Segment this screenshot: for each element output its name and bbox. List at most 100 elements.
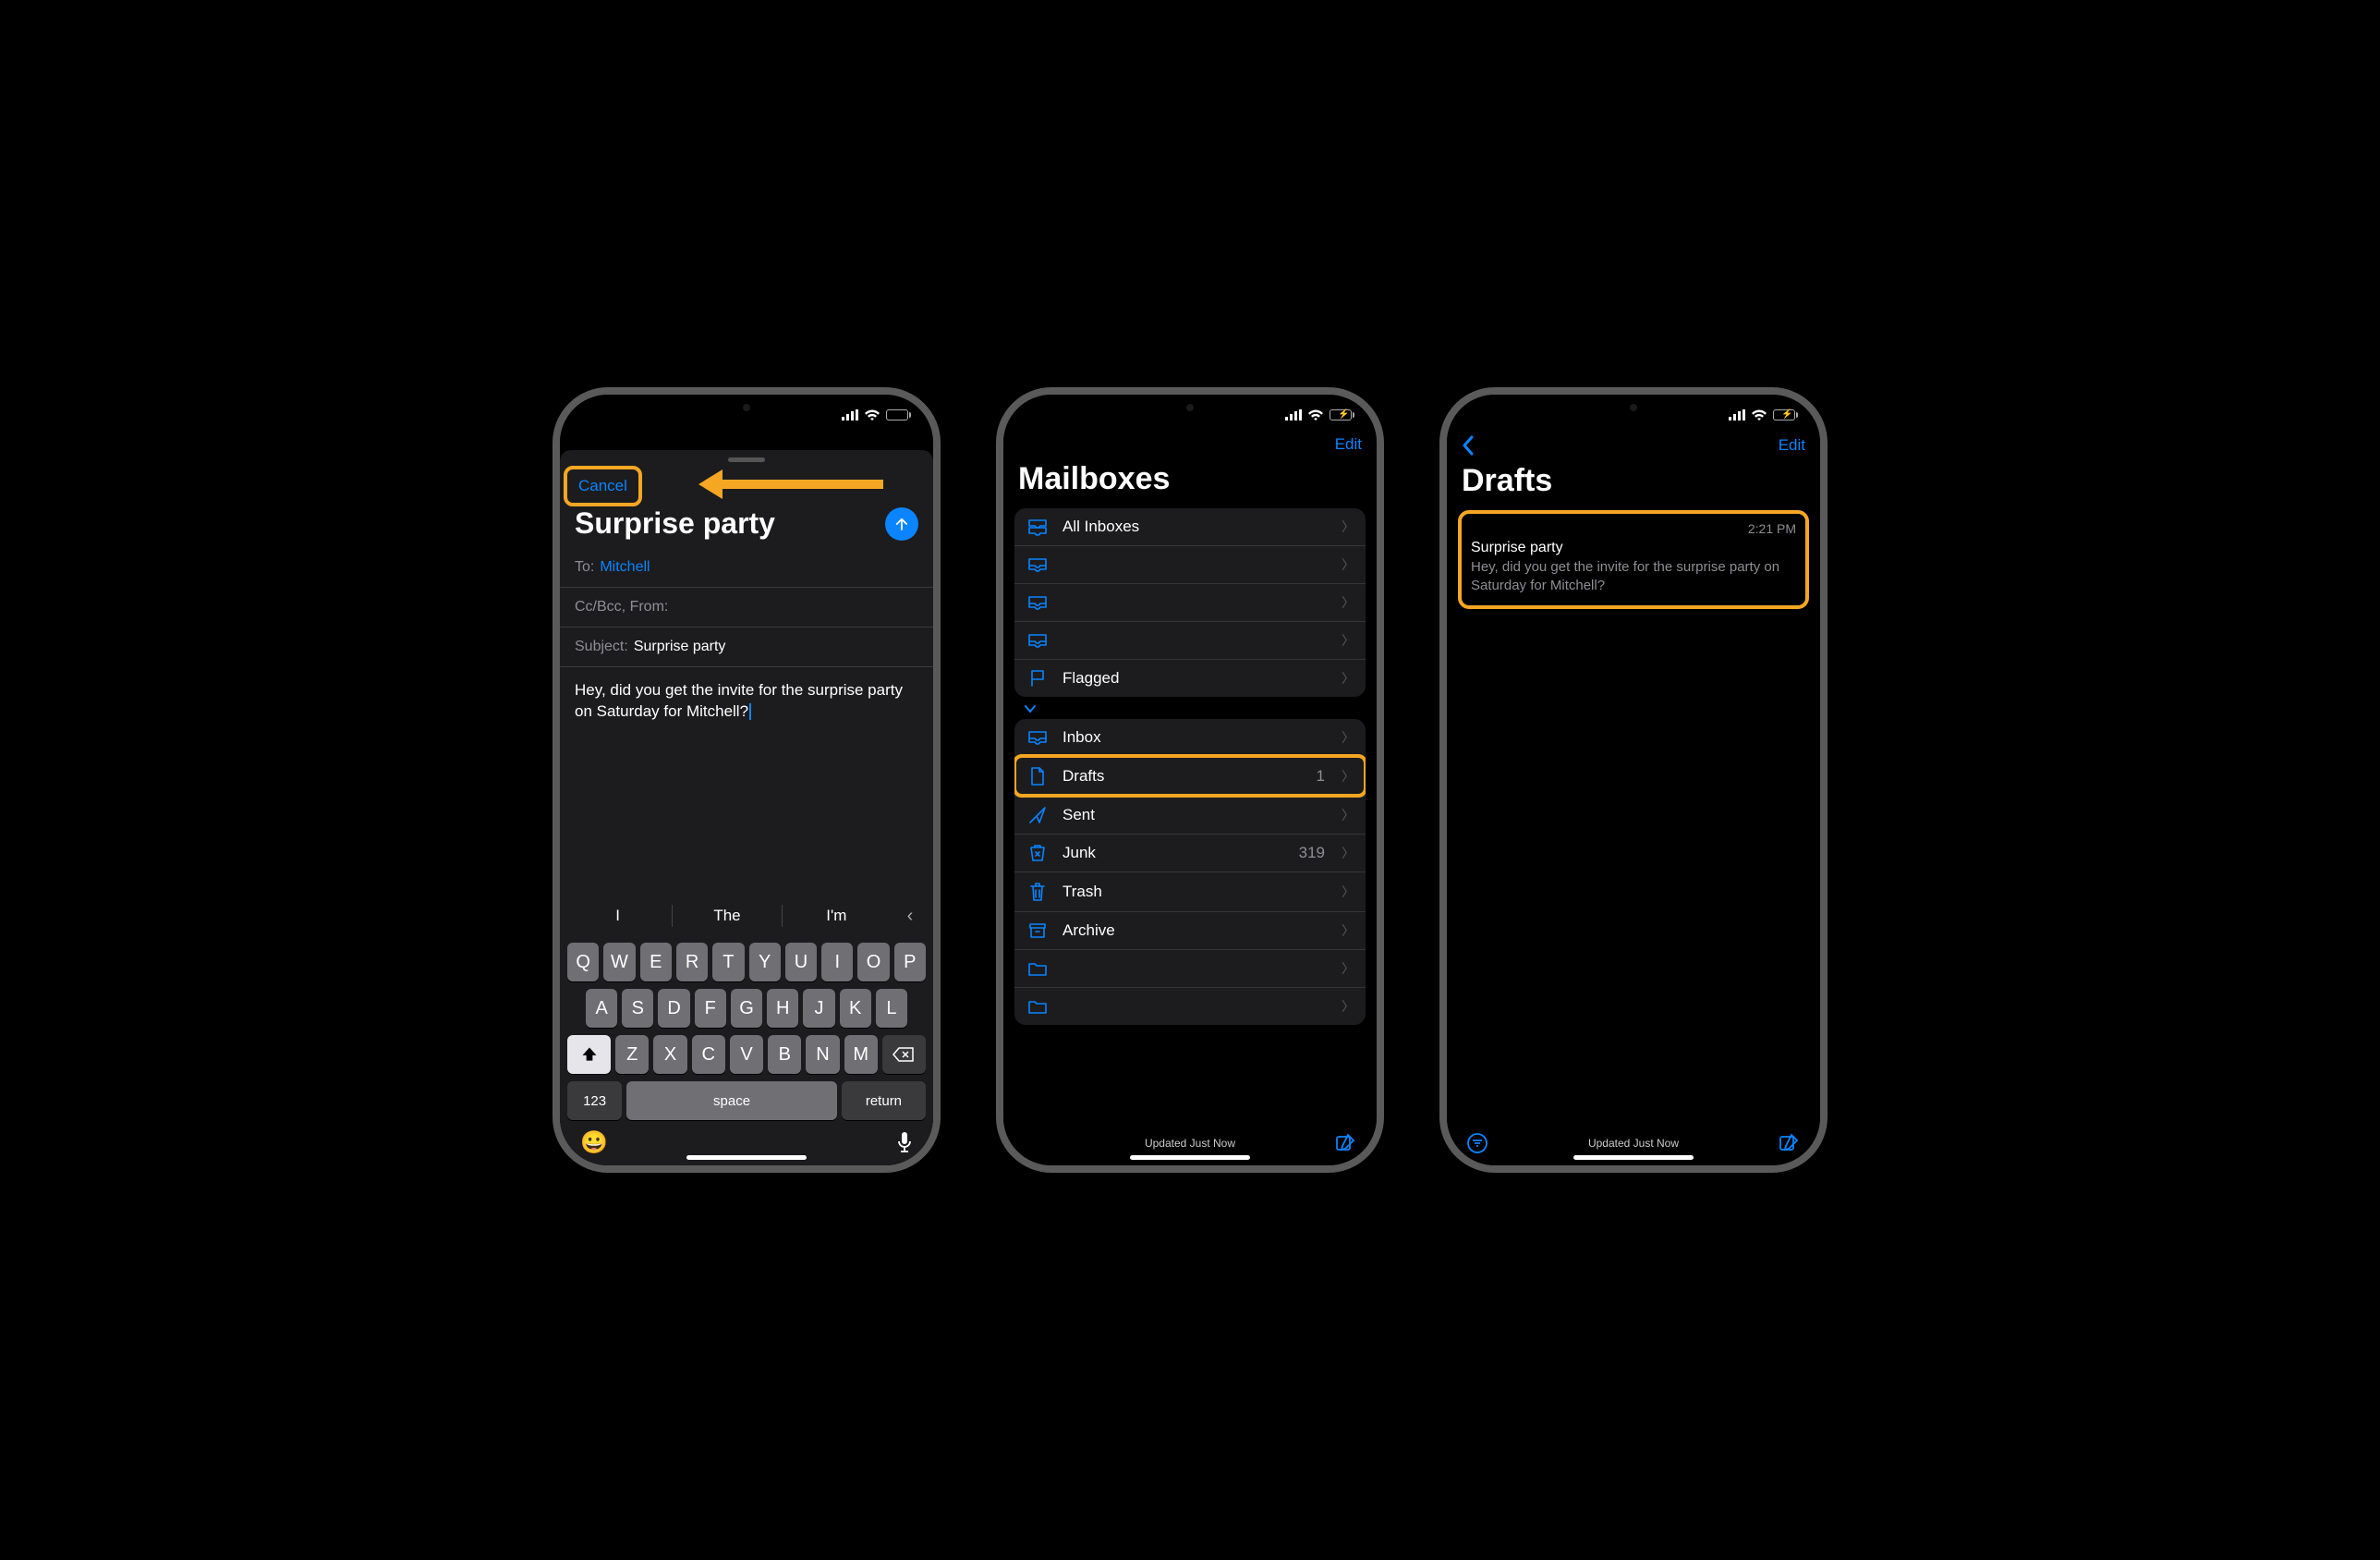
mailbox-row-inbox[interactable]: 〉 (1014, 583, 1366, 621)
mailbox-row-inbox[interactable]: 〉 (1014, 545, 1366, 583)
key-t[interactable]: T (712, 943, 744, 981)
mailbox-row-archive[interactable]: Archive〉 (1014, 911, 1366, 949)
key-j[interactable]: J (803, 989, 834, 1028)
mailbox-label: Drafts (1062, 767, 1304, 786)
chevron-right-icon: 〉 (1342, 631, 1354, 650)
key-y[interactable]: Y (749, 943, 781, 981)
arrow-up-icon (893, 516, 910, 532)
key-r[interactable]: R (676, 943, 708, 981)
key-u[interactable]: U (785, 943, 817, 981)
space-key[interactable]: space (626, 1081, 837, 1120)
home-indicator[interactable] (686, 1155, 807, 1160)
mailbox-row-inbox[interactable]: 〉 (1014, 621, 1366, 659)
mailbox-row-junk[interactable]: Junk319〉 (1014, 834, 1366, 871)
return-key[interactable]: return (842, 1081, 926, 1120)
key-v[interactable]: V (730, 1035, 763, 1074)
key-g[interactable]: G (731, 989, 762, 1028)
suggestion-2[interactable]: The (673, 907, 781, 925)
subject-field[interactable]: Subject: Surprise party (560, 628, 933, 667)
mailbox-row-folder[interactable]: 〉 (1014, 987, 1366, 1025)
draft-preview: Hey, did you get the invite for the surp… (1471, 558, 1796, 594)
chevron-down-icon (1024, 704, 1037, 713)
chevron-right-icon: 〉 (1342, 767, 1354, 786)
key-k[interactable]: K (840, 989, 871, 1028)
compose-button[interactable] (1778, 1132, 1800, 1154)
wifi-icon (864, 409, 880, 421)
key-c[interactable]: C (692, 1035, 725, 1074)
draft-time: 2:21 PM (1748, 521, 1796, 536)
mailbox-label: Inbox (1062, 728, 1329, 747)
message-body[interactable]: Hey, did you get the invite for the surp… (560, 667, 933, 736)
key-w[interactable]: W (603, 943, 635, 981)
chevron-right-icon: 〉 (1342, 806, 1354, 824)
chevron-right-icon: 〉 (1342, 669, 1354, 688)
mailbox-row-drafts[interactable]: Drafts1〉 (1014, 756, 1366, 796)
battery-charging-icon: ⚡ (1773, 409, 1798, 420)
keyboard: I The I'm ‹ QWERTYUIOP ASDFGHJKL ZXCVBNM (560, 891, 933, 1165)
chevron-right-icon: 〉 (1342, 921, 1354, 940)
collapse-suggestions-icon[interactable]: ‹ (891, 906, 929, 927)
chevron-right-icon: 〉 (1342, 959, 1354, 978)
compose-button[interactable] (1334, 1132, 1356, 1154)
mailbox-row-folder[interactable]: 〉 (1014, 949, 1366, 987)
mailbox-row-all-inboxes[interactable]: All Inboxes〉 (1014, 508, 1366, 545)
key-n[interactable]: N (806, 1035, 839, 1074)
annotation-arrow (698, 472, 883, 494)
sheet-grabber[interactable] (728, 457, 765, 462)
wifi-icon (1307, 409, 1324, 421)
key-p[interactable]: P (894, 943, 926, 981)
microphone-icon (896, 1131, 913, 1155)
key-m[interactable]: M (844, 1035, 878, 1074)
home-indicator[interactable] (1130, 1155, 1250, 1160)
key-h[interactable]: H (767, 989, 798, 1028)
battery-charging-icon: ⚡ (1330, 409, 1354, 420)
cancel-button[interactable]: Cancel (567, 469, 638, 503)
to-field[interactable]: To: Mitchell (560, 548, 933, 588)
filter-button[interactable] (1467, 1133, 1489, 1153)
numbers-key[interactable]: 123 (567, 1081, 622, 1120)
mailbox-label: Trash (1062, 883, 1329, 901)
key-s[interactable]: S (622, 989, 653, 1028)
suggestion-3[interactable]: I'm (783, 907, 891, 925)
key-a[interactable]: A (586, 989, 617, 1028)
mailbox-label: Junk (1062, 844, 1286, 862)
suggestion-1[interactable]: I (564, 907, 672, 925)
key-f[interactable]: F (695, 989, 726, 1028)
account-collapse-toggle[interactable] (1003, 697, 1377, 719)
archive-icon (1026, 922, 1050, 939)
edit-button[interactable]: Edit (1779, 436, 1805, 455)
key-i[interactable]: I (821, 943, 853, 981)
mailbox-group-account: Inbox〉Drafts1〉Sent〉Junk319〉Trash〉Archive… (1014, 719, 1366, 1025)
key-z[interactable]: Z (615, 1035, 649, 1074)
home-indicator[interactable] (1573, 1155, 1694, 1160)
mailbox-count: 319 (1299, 844, 1325, 862)
cc-bcc-field[interactable]: Cc/Bcc, From: (560, 588, 933, 628)
mailbox-row-inbox[interactable]: Inbox〉 (1014, 719, 1366, 756)
bottom-toolbar: Updated Just Now (1003, 1132, 1377, 1154)
key-q[interactable]: Q (567, 943, 599, 981)
key-e[interactable]: E (640, 943, 672, 981)
key-l[interactable]: L (876, 989, 907, 1028)
mailbox-row-trash[interactable]: Trash〉 (1014, 871, 1366, 911)
send-button[interactable] (885, 507, 918, 541)
chevron-right-icon: 〉 (1342, 555, 1354, 574)
edit-button[interactable]: Edit (1335, 435, 1362, 454)
notch (1116, 395, 1264, 420)
folder-icon (1026, 960, 1050, 977)
mailbox-row-flagged[interactable]: Flagged〉 (1014, 659, 1366, 697)
shift-key[interactable] (567, 1035, 611, 1074)
trash-icon (1026, 882, 1050, 902)
mailbox-row-sent[interactable]: Sent〉 (1014, 796, 1366, 834)
key-d[interactable]: D (658, 989, 689, 1028)
key-o[interactable]: O (857, 943, 889, 981)
dictation-button[interactable] (896, 1131, 913, 1155)
subject-value: Surprise party (634, 639, 726, 655)
page-title: Mailboxes (1003, 457, 1377, 508)
emoji-button[interactable]: 😀 (580, 1129, 608, 1156)
backspace-key[interactable] (882, 1035, 926, 1074)
draft-list-item[interactable]: 2:21 PM Surprise party Hey, did you get … (1458, 510, 1809, 609)
back-button[interactable] (1462, 435, 1475, 456)
notch (1560, 395, 1707, 420)
key-b[interactable]: B (768, 1035, 801, 1074)
key-x[interactable]: X (653, 1035, 686, 1074)
